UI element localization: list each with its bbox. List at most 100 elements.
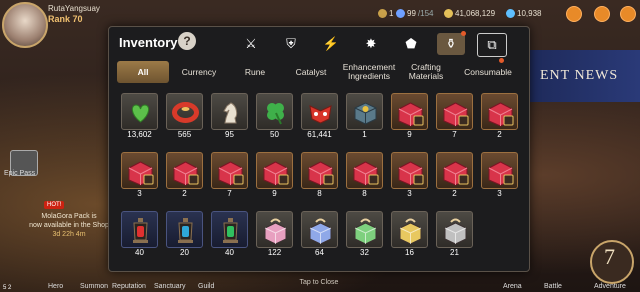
inventory-item[interactable]: 2	[481, 93, 518, 142]
red-chest-icon	[166, 152, 203, 189]
hot-badge: HOT!	[44, 201, 65, 209]
red-chest-icon	[346, 152, 383, 189]
red-mask-icon	[301, 93, 338, 130]
energy-resource: 99/154	[396, 9, 433, 18]
stamina-icon	[378, 9, 387, 18]
item-count: 7	[452, 130, 457, 139]
lightning-icon[interactable]: ⚡	[317, 33, 345, 55]
settings-button[interactable]	[620, 6, 636, 22]
help-button[interactable]: ?	[178, 32, 196, 50]
spark-burst-icon[interactable]: ✸	[357, 33, 385, 55]
dark-gift-box-icon	[436, 211, 473, 248]
category-tab-currency[interactable]: Currency	[173, 61, 225, 83]
player-avatar[interactable]	[2, 2, 48, 48]
category-tab-enhancement-ingredients[interactable]: Enhancement Ingredients	[341, 61, 397, 83]
category-tab-catalyst[interactable]: Catalyst	[285, 61, 337, 83]
bag-icon[interactable]: ⚱	[437, 31, 466, 55]
inventory-item[interactable]: 16	[391, 211, 428, 260]
notification-dot	[499, 58, 504, 63]
item-count: 7	[227, 189, 232, 198]
blue-gift-box-icon	[301, 211, 338, 248]
mail-button[interactable]	[566, 6, 582, 22]
inventory-item[interactable]: 7	[436, 93, 473, 142]
red-chest-icon	[211, 152, 248, 189]
tap-to-close[interactable]: Tap to Close	[109, 279, 529, 286]
nav-summon[interactable]: Summon	[80, 283, 108, 290]
hourglass-sword-icon[interactable]: ⚔	[237, 33, 265, 55]
inventory-item[interactable]: 9	[256, 152, 293, 201]
inventory-item[interactable]: 7	[211, 152, 248, 201]
energy-icon	[396, 9, 405, 18]
inventory-item[interactable]: 64	[301, 211, 338, 260]
inventory-panel: Inventory ? ⚔ ⛨ ⚡ ✸ ⬟ ⚱ ⧉ All Currency Rune Catal…	[108, 26, 530, 286]
category-tab-consumable[interactable]: Consumable	[457, 58, 519, 83]
red-lantern-icon	[121, 211, 158, 248]
material-pile-icon[interactable]: ⬟	[397, 33, 425, 55]
green-lantern-icon	[211, 211, 248, 248]
red-chest-icon	[436, 152, 473, 189]
red-chest-icon	[121, 152, 158, 189]
news-banner[interactable]: ENT NEWS	[528, 50, 640, 102]
inventory-item[interactable]: 8	[346, 152, 383, 201]
red-ring-icon	[166, 93, 203, 130]
pink-gift-box-icon	[256, 211, 293, 248]
corner-text: 5 2	[3, 285, 12, 291]
item-count: 21	[450, 248, 459, 257]
inventory-item[interactable]: 13,602	[121, 93, 158, 142]
inventory-item[interactable]: 40	[121, 211, 158, 260]
item-count: 8	[362, 189, 367, 198]
menu-button[interactable]	[594, 6, 610, 22]
gem-icon	[506, 9, 515, 18]
item-count: 9	[272, 189, 277, 198]
inventory-item[interactable]: 8	[301, 152, 338, 201]
item-count: 20	[180, 248, 189, 257]
inventory-item[interactable]: 95	[211, 93, 248, 142]
category-tab-all[interactable]: All	[117, 61, 169, 83]
item-count: 8	[317, 189, 322, 198]
item-count: 40	[135, 248, 144, 257]
inventory-item[interactable]: 32	[346, 211, 383, 260]
inventory-item[interactable]: 9	[391, 93, 428, 142]
inventory-item[interactable]: 61,441	[301, 93, 338, 142]
inventory-item[interactable]: 2	[436, 152, 473, 201]
item-count: 3	[407, 189, 412, 198]
nav-adventure[interactable]: Adventure	[594, 283, 626, 290]
item-count: 3	[497, 189, 502, 198]
red-chest-icon	[481, 93, 518, 130]
inventory-item[interactable]: 50	[256, 93, 293, 142]
item-count: 2	[182, 189, 187, 198]
promo-text[interactable]: MolaGora Pack is now available in the Sh…	[24, 212, 114, 239]
category-tab-rune[interactable]: Rune	[229, 61, 281, 83]
green-heart-icon	[121, 93, 158, 130]
player-rank: Rank 70	[48, 14, 83, 24]
item-count: 40	[225, 248, 234, 257]
inventory-item[interactable]: 2	[166, 152, 203, 201]
inventory-item[interactable]: 21	[436, 211, 473, 260]
card-box-icon[interactable]: ⧉	[477, 33, 507, 57]
gold-icon	[444, 9, 453, 18]
item-count: 61,441	[307, 130, 332, 139]
inventory-item[interactable]: 565	[166, 93, 203, 142]
item-count: 50	[270, 130, 279, 139]
inventory-item[interactable]: 3	[121, 152, 158, 201]
panel-title: Inventory	[119, 35, 178, 50]
category-tab-bar: All Currency Rune Catalyst Enhancement Ingre…	[117, 58, 521, 83]
red-chest-icon	[391, 152, 428, 189]
gold-resource: 41,068,129	[444, 9, 495, 18]
nav-hero[interactable]: Hero	[48, 283, 63, 290]
inventory-item[interactable]: 3	[391, 152, 428, 201]
stamina-resource: 1	[378, 9, 393, 18]
green-gift-box-icon	[346, 211, 383, 248]
inventory-item[interactable]: 122	[256, 211, 293, 260]
crossed-shield-icon[interactable]: ⛨	[277, 33, 305, 55]
item-count: 9	[407, 130, 412, 139]
inventory-item[interactable]: 3	[481, 152, 518, 201]
category-tab-crafting-materials[interactable]: Crafting Materials	[399, 61, 453, 83]
notification-dot	[461, 31, 466, 36]
red-chest-icon	[481, 152, 518, 189]
nav-battle[interactable]: Battle	[544, 283, 562, 290]
inventory-item[interactable]: 20	[166, 211, 203, 260]
inventory-item[interactable]: 40	[211, 211, 248, 260]
item-count: 565	[177, 130, 192, 139]
inventory-item[interactable]: 1	[346, 93, 383, 142]
